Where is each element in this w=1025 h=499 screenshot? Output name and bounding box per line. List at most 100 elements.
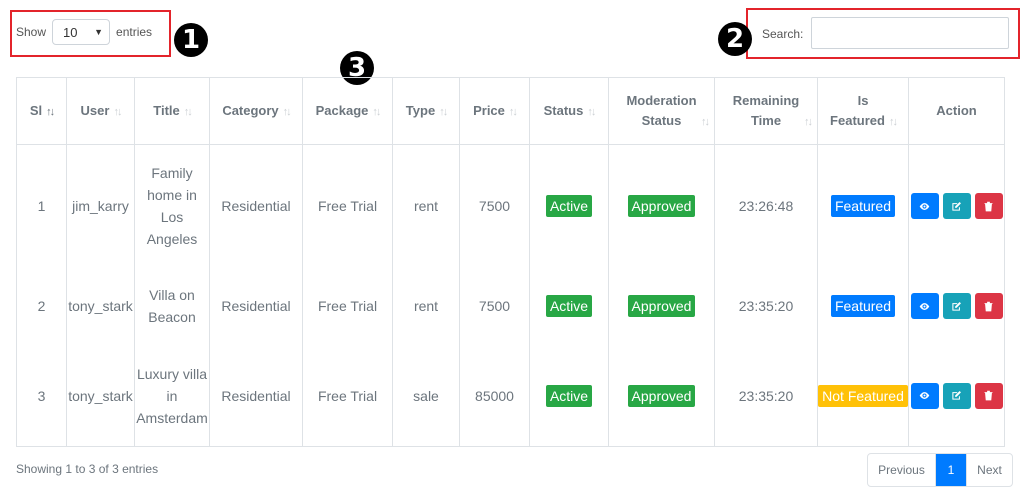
- sort-icon: ↑↓: [804, 116, 813, 128]
- cell-user: jim_karry: [66, 144, 135, 267]
- cell-remaining: 23:35:20: [714, 345, 818, 447]
- cell-type: rent: [392, 144, 460, 267]
- sort-icon: ↑↓: [888, 115, 898, 128]
- view-button[interactable]: [910, 382, 939, 409]
- pagination-page-1[interactable]: 1: [936, 454, 966, 486]
- sort-icon: ↑↓: [113, 105, 122, 118]
- table-row: 3 tony_stark Luxury villa in Amsterdam Res…: [16, 345, 1005, 447]
- moderation-badge: Approved: [627, 195, 696, 217]
- sort-icon: ↑↓: [701, 116, 710, 128]
- chevron-down-icon: ▼: [94, 27, 104, 37]
- cell-package: Free Trial: [302, 267, 393, 345]
- sort-icon: ↑↓: [587, 105, 596, 118]
- status-badge: Active: [545, 195, 593, 217]
- delete-button[interactable]: [974, 382, 1003, 409]
- search-label: Search:: [762, 27, 804, 41]
- edit-button[interactable]: [942, 382, 971, 409]
- cell-sl: 3: [16, 345, 67, 447]
- eye-icon: [919, 302, 930, 310]
- col-header-type[interactable]: Type ↑↓: [392, 77, 460, 145]
- col-header-sl[interactable]: Sl ↑↓: [16, 77, 67, 145]
- cell-package: Free Trial: [302, 144, 393, 267]
- edit-icon: [952, 201, 961, 211]
- listings-table: Sl ↑↓ User ↑↓ Title ↑↓ Category ↑↓ Package ↑↓…: [16, 77, 1005, 447]
- entries-length-control: Show 10 ▼ entries: [16, 18, 152, 46]
- col-header-category[interactable]: Category ↑↓: [209, 77, 303, 145]
- col-header-package[interactable]: Package ↑↓: [302, 77, 393, 145]
- cell-type: sale: [392, 345, 460, 447]
- col-header-remaining-time[interactable]: Remaining Time ↑↓: [714, 77, 818, 145]
- cell-status: Active: [529, 144, 609, 267]
- eye-icon: [919, 392, 930, 399]
- col-header-price[interactable]: Price ↑↓: [459, 77, 530, 145]
- eye-icon: [919, 202, 930, 210]
- table-info: Showing 1 to 3 of 3 entries: [16, 462, 159, 476]
- featured-badge: Featured: [830, 295, 896, 317]
- edit-icon: [952, 301, 961, 311]
- col-header-is-featured[interactable]: Is Featured ↑↓: [817, 77, 909, 145]
- status-badge: Active: [545, 384, 593, 407]
- cell-category: Residential: [209, 345, 303, 447]
- moderation-badge: Approved: [627, 384, 696, 407]
- trash-icon: [984, 390, 993, 401]
- sort-icon: ↑↓: [372, 105, 381, 118]
- cell-price: 7500: [459, 267, 530, 345]
- sort-icon: ↑↓: [439, 105, 448, 118]
- edit-icon: [952, 391, 961, 400]
- cell-status: Active: [529, 267, 609, 345]
- cell-title: Villa on Beacon: [134, 267, 210, 345]
- cell-actions: [908, 345, 1005, 447]
- entries-select[interactable]: 10 ▼: [52, 19, 111, 45]
- edit-button[interactable]: [942, 193, 971, 219]
- cell-sl: 2: [16, 267, 67, 345]
- cell-price: 7500: [459, 144, 530, 267]
- pagination: Previous 1 Next: [867, 453, 1013, 487]
- pagination-previous[interactable]: Previous: [868, 454, 936, 486]
- cell-title: Family home in Los Angeles: [134, 144, 210, 267]
- status-badge: Active: [545, 295, 593, 317]
- cell-status: Active: [529, 345, 609, 447]
- sort-icon: ↑↓: [508, 105, 518, 118]
- marker-1: 1: [174, 23, 208, 57]
- search-input[interactable]: [811, 17, 1009, 49]
- table-row: 1 jim_karry Family home in Los Angeles Resi…: [16, 144, 1005, 267]
- cell-category: Residential: [209, 267, 303, 345]
- view-button[interactable]: [910, 193, 939, 219]
- cell-price: 85000: [459, 345, 530, 447]
- cell-category: Residential: [209, 144, 303, 267]
- show-label: Show: [16, 25, 47, 39]
- col-header-user[interactable]: User ↑↓: [66, 77, 135, 145]
- cell-featured: Not Featured: [817, 345, 909, 447]
- entries-select-value: 10: [63, 24, 78, 40]
- sort-icon: ↑↓: [183, 105, 193, 118]
- table-row: 2 tony_stark Villa on Beacon Residential …: [16, 267, 1005, 345]
- trash-icon: [984, 201, 993, 211]
- delete-button[interactable]: [974, 293, 1003, 319]
- sort-icon: ↑↓: [46, 105, 55, 118]
- cell-remaining: 23:35:20: [714, 267, 818, 345]
- cell-user: tony_stark: [66, 267, 135, 345]
- col-header-status[interactable]: Status ↑↓: [529, 77, 609, 145]
- cell-package: Free Trial: [302, 345, 393, 447]
- col-header-action: Action: [908, 77, 1005, 145]
- moderation-badge: Approved: [627, 295, 696, 317]
- pagination-next[interactable]: Next: [966, 454, 1012, 486]
- cell-featured: Featured: [817, 267, 909, 345]
- cell-actions: [908, 267, 1005, 345]
- cell-user: tony_stark: [66, 345, 135, 447]
- entries-label: entries: [116, 25, 153, 39]
- cell-remaining: 23:26:48: [714, 144, 818, 267]
- col-header-title[interactable]: Title ↑↓: [134, 77, 210, 145]
- featured-badge: Not Featured: [818, 384, 908, 407]
- cell-actions: [908, 144, 1005, 267]
- sort-icon: ↑↓: [282, 105, 292, 118]
- edit-button[interactable]: [942, 293, 971, 319]
- view-button[interactable]: [910, 293, 939, 319]
- col-header-moderation-status[interactable]: Moderation Status ↑↓: [608, 77, 715, 145]
- cell-type: rent: [392, 267, 460, 345]
- cell-title: Luxury villa in Amsterdam: [134, 345, 210, 447]
- marker-2: 2: [718, 22, 752, 56]
- delete-button[interactable]: [974, 193, 1003, 219]
- featured-badge: Featured: [830, 195, 896, 217]
- cell-moderation: Approved: [608, 267, 715, 345]
